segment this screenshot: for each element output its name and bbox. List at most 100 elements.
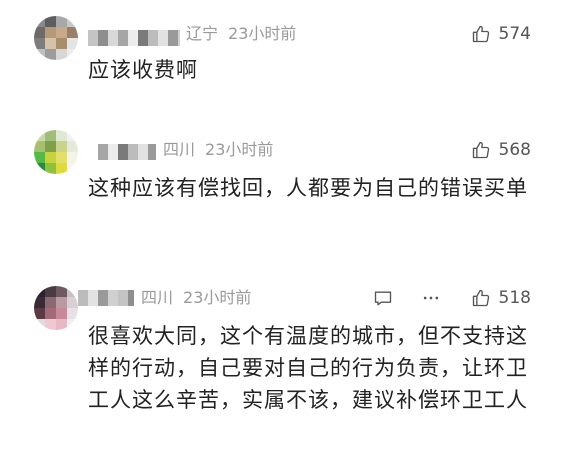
avatar-mosaic-tile — [45, 297, 56, 308]
avatar-mosaic-tile — [56, 163, 67, 174]
comment-actions: 574 — [471, 23, 531, 45]
avatar-mosaic-tile — [34, 38, 45, 49]
comment-text: 应该收费啊 — [88, 58, 198, 82]
avatar-mosaic-tile — [45, 38, 56, 49]
username-mosaic-tile — [128, 290, 134, 306]
avatar-mosaic-tile — [67, 130, 78, 141]
like-button[interactable]: 574 — [471, 23, 531, 45]
avatar-mosaic-tile — [56, 27, 67, 38]
comment-meta: 四川 23小时前 — [163, 140, 273, 160]
username-mosaic-tile — [88, 290, 98, 306]
like-count: 574 — [498, 24, 531, 44]
avatar-mosaic-tile — [34, 152, 45, 163]
username-mosaic-tile — [178, 30, 180, 46]
avatar-mosaic-tile — [34, 308, 45, 319]
thumbs-up-icon — [471, 140, 491, 160]
username-blurred[interactable] — [78, 290, 134, 306]
avatar-mosaic-tile — [56, 319, 67, 330]
avatar-mosaic-tile — [45, 308, 56, 319]
avatar-mosaic-tile — [67, 308, 78, 319]
comment-text: 这种应该有偿找回，人都要为自己的错误买单 — [88, 176, 528, 200]
comment-actions: 568 — [471, 139, 531, 161]
avatar-mosaic-tile — [45, 152, 56, 163]
location-label: 辽宁 — [186, 24, 219, 43]
avatar-mosaic-tile — [45, 286, 56, 297]
username-mosaic-tile — [108, 30, 118, 46]
avatar-mosaic-tile — [45, 27, 56, 38]
avatar-mosaic-tile — [56, 152, 67, 163]
username-mosaic-tile — [168, 30, 178, 46]
avatar[interactable] — [34, 16, 78, 60]
username-mosaic-tile — [128, 144, 138, 160]
comment-item: 四川 23小时前 568 这种应该有偿找回，人都要为自己的错误买单 — [0, 110, 561, 270]
like-button[interactable]: 518 — [471, 287, 531, 309]
username-mosaic-tile — [148, 144, 156, 160]
avatar-mosaic-tile — [67, 152, 78, 163]
avatar-mosaic-tile — [34, 130, 45, 141]
avatar-mosaic-tile — [45, 319, 56, 330]
avatar[interactable] — [34, 130, 78, 174]
avatar-mosaic-tile — [56, 49, 67, 60]
username-mosaic-tile — [138, 30, 148, 46]
avatar-mosaic-tile — [67, 297, 78, 308]
timestamp: 23小时前 — [183, 288, 252, 307]
avatar-mosaic-tile — [56, 308, 67, 319]
avatar-mosaic-tile — [34, 27, 45, 38]
avatar-mosaic-tile — [45, 49, 56, 60]
more-icon[interactable] — [421, 288, 441, 308]
avatar-mosaic-tile — [34, 49, 45, 60]
avatar-mosaic-tile — [56, 297, 67, 308]
avatar-mosaic-tile — [67, 286, 78, 297]
username-mosaic-tile — [98, 290, 108, 306]
comment-meta: 辽宁 23小时前 — [186, 24, 296, 44]
avatar-mosaic-tile — [67, 27, 78, 38]
username-mosaic-tile — [108, 144, 118, 160]
username-mosaic-tile — [118, 144, 128, 160]
avatar-mosaic-tile — [67, 49, 78, 60]
avatar-mosaic-tile — [34, 16, 45, 27]
avatar-mosaic-tile — [56, 286, 67, 297]
comment-icon[interactable] — [373, 288, 393, 308]
avatar-mosaic-tile — [34, 319, 45, 330]
like-count: 568 — [498, 140, 531, 160]
like-count: 518 — [498, 288, 531, 308]
thumbs-up-icon — [471, 288, 491, 308]
avatar-mosaic-tile — [67, 16, 78, 27]
like-button[interactable]: 568 — [471, 139, 531, 161]
comment-meta: 四川 23小时前 — [141, 288, 251, 308]
avatar[interactable] — [34, 286, 78, 330]
avatar-mosaic-tile — [67, 163, 78, 174]
username-mosaic-tile — [98, 144, 108, 160]
avatar-mosaic-tile — [45, 130, 56, 141]
avatar-mosaic-tile — [45, 163, 56, 174]
comment-item: 辽宁 23小时前 574 应该收费啊 — [0, 0, 561, 110]
avatar-mosaic-tile — [67, 141, 78, 152]
avatar-mosaic-tile — [45, 16, 56, 27]
username-mosaic-tile — [118, 30, 128, 46]
thumbs-up-icon — [471, 24, 491, 44]
username-blurred[interactable] — [98, 144, 156, 160]
avatar-mosaic-tile — [34, 286, 45, 297]
location-label: 四川 — [141, 288, 174, 307]
avatar-mosaic-tile — [34, 297, 45, 308]
extra-actions — [373, 288, 441, 308]
avatar-mosaic-tile — [56, 141, 67, 152]
timestamp: 23小时前 — [228, 24, 297, 43]
username-mosaic-tile — [108, 290, 118, 306]
avatar-mosaic-tile — [56, 16, 67, 27]
avatar-mosaic-tile — [56, 130, 67, 141]
avatar-mosaic-tile — [34, 163, 45, 174]
username-mosaic-tile — [148, 30, 158, 46]
avatar-mosaic-tile — [34, 141, 45, 152]
avatar-mosaic-tile — [45, 141, 56, 152]
comment-item: 四川 23小时前 518 很喜欢大同，这个有温度的城市，但不支持这样的行动，自己要… — [0, 270, 561, 468]
avatar-mosaic-tile — [67, 38, 78, 49]
timestamp: 23小时前 — [205, 140, 274, 159]
username-mosaic-tile — [128, 30, 138, 46]
username-mosaic-tile — [118, 290, 128, 306]
avatar-mosaic-tile — [56, 38, 67, 49]
comment-actions: 518 — [373, 287, 531, 309]
username-blurred[interactable] — [88, 30, 180, 46]
username-mosaic-tile — [78, 290, 88, 306]
avatar-mosaic-tile — [67, 319, 78, 330]
